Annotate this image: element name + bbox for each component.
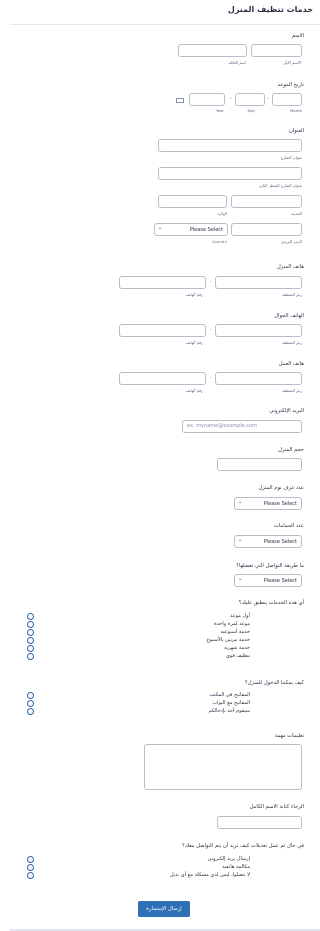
- change-contact-radio[interactable]: [27, 864, 34, 871]
- home-size-input[interactable]: [217, 458, 302, 471]
- access-radio[interactable]: [27, 692, 34, 699]
- phone-separator: -: [210, 327, 212, 333]
- country-select[interactable]: Please Select ⌄: [154, 223, 228, 236]
- name-label: الاسم: [291, 33, 304, 39]
- contact-method-select[interactable]: Please Select ⌄: [234, 574, 302, 587]
- service-radio[interactable]: [27, 653, 34, 660]
- phone-separator: -: [210, 375, 212, 381]
- last-name-sublabel: اسم العائلة: [228, 60, 246, 65]
- access-radio[interactable]: [27, 700, 34, 707]
- services-label: أي هذه الخدمات ينطبق عليك؟: [238, 600, 304, 606]
- home-area-sublabel: رمز المنطقة: [282, 292, 302, 297]
- mobile-phone-number-input[interactable]: [119, 324, 206, 337]
- instructions-textarea[interactable]: [144, 744, 302, 790]
- service-option-label: خدمة شهرية: [224, 645, 250, 651]
- country-sublabel: Country: [211, 239, 227, 244]
- year-input[interactable]: [189, 93, 225, 106]
- contact-method-value: Please Select: [263, 578, 297, 584]
- instructions-label: تعليمات مهمة: [274, 733, 304, 739]
- change-contact-option-label: إرسال بريد إلكتروني: [207, 856, 250, 862]
- service-radio[interactable]: [27, 637, 34, 644]
- street-address-input[interactable]: [158, 139, 302, 152]
- address-label: العنوان: [288, 128, 304, 134]
- calendar-icon[interactable]: [176, 98, 184, 103]
- street-address-sublabel: عنوان الشارع: [280, 155, 302, 160]
- month-sublabel: Month: [290, 108, 302, 113]
- country-select-value: Please Select: [189, 227, 223, 233]
- bath-count-label: عدد الحمامات: [274, 523, 304, 529]
- chevron-down-icon: ⌄: [238, 576, 243, 582]
- first-name-sublabel: الاسم الأول: [283, 60, 301, 65]
- service-option-label: تنظيف قوي: [225, 653, 250, 659]
- street-address-line2-input[interactable]: [158, 167, 302, 180]
- date-separator: -: [230, 96, 232, 102]
- contact-method-label: ما طريقة التواصل التي تفضلها؟: [236, 563, 304, 569]
- work-phone-label: هاتف العمل: [278, 361, 304, 367]
- city-sublabel: المدينة: [291, 211, 302, 216]
- chevron-down-icon: ⌄: [158, 225, 163, 231]
- email-label: البريد الإلكتروني: [269, 408, 304, 414]
- room-count-select[interactable]: Please Select ⌄: [234, 497, 302, 510]
- work-phone-number-input[interactable]: [119, 372, 206, 385]
- street-address-line2-sublabel: عنوان الشارع السطر الثاني: [258, 183, 302, 188]
- change-contact-option-label: مكالمة هاتفية: [222, 864, 250, 870]
- appointment-label: تاريخ الموعد: [277, 82, 305, 88]
- chevron-down-icon: ⌄: [238, 499, 243, 505]
- chevron-down-icon: ⌄: [238, 537, 243, 543]
- last-name-input[interactable]: [178, 44, 247, 57]
- access-option-label: المفاتيح مع البواب: [212, 700, 250, 706]
- access-option-label: المفاتيح في المكتب: [209, 692, 250, 698]
- service-radio[interactable]: [27, 645, 34, 652]
- access-radio[interactable]: [27, 708, 34, 715]
- full-name-label: الرجاء كتابة الاسم الكامل: [249, 804, 304, 810]
- service-option-label: خدمة مرتين بالأسبوع: [206, 637, 250, 643]
- bath-count-select[interactable]: Please Select ⌄: [234, 535, 302, 548]
- service-option-label: أول موعد: [230, 613, 250, 619]
- home-area-code-input[interactable]: [215, 276, 302, 289]
- work-area-code-input[interactable]: [215, 372, 302, 385]
- service-radio[interactable]: [27, 621, 34, 628]
- room-count-label: عدد غرف نوم المنزل: [258, 485, 304, 491]
- state-sublabel: الولاية: [217, 211, 227, 216]
- service-option-label: موعد لمرة واحدة: [214, 621, 250, 627]
- phone-separator: -: [210, 279, 212, 285]
- change-contact-option-label: لا تتصلوا، ليس لدي مشكلة مع أي بديل: [170, 872, 250, 878]
- service-option-label: خدمة أسبوعية: [220, 629, 250, 635]
- service-radio[interactable]: [27, 613, 34, 620]
- full-name-input[interactable]: [217, 816, 302, 829]
- service-radio[interactable]: [27, 629, 34, 636]
- form-header: خدمات تنظيف المنزل: [10, 0, 320, 25]
- form-page: خدمات تنظيف المنزل الاسم الاسم الأول اسم…: [10, 0, 320, 931]
- access-label: كيف يمكننا الدخول للمنزل؟: [244, 680, 304, 686]
- submit-button[interactable]: إرسال الإستمارة: [138, 901, 190, 917]
- home-size-label: حجم المنزل: [278, 447, 304, 453]
- mobile-number-sublabel: رقم الهاتف: [185, 340, 204, 345]
- first-name-input[interactable]: [251, 44, 302, 57]
- state-input[interactable]: [158, 195, 227, 208]
- month-input[interactable]: [272, 93, 302, 106]
- day-sublabel: Day: [247, 108, 256, 113]
- city-input[interactable]: [231, 195, 302, 208]
- mobile-area-code-input[interactable]: [215, 324, 302, 337]
- work-number-sublabel: رقم الهاتف: [185, 388, 204, 393]
- email-input[interactable]: ex: myname@example.com: [182, 420, 302, 433]
- day-input[interactable]: [235, 93, 265, 106]
- zip-sublabel: الرمز البريدي: [280, 239, 302, 244]
- work-area-sublabel: رمز المنطقة: [282, 388, 302, 393]
- mobile-phone-label: الهاتف الجوال: [274, 313, 304, 319]
- room-count-value: Please Select: [263, 501, 297, 507]
- home-phone-label: هاتف المنزل: [277, 264, 304, 270]
- home-phone-number-input[interactable]: [119, 276, 206, 289]
- access-option-label: سيقوم أحد بإدخالكم: [208, 708, 250, 714]
- bath-count-value: Please Select: [263, 539, 297, 545]
- year-sublabel: Year: [215, 108, 224, 113]
- mobile-area-sublabel: رمز المنطقة: [282, 340, 302, 345]
- date-separator: -: [267, 96, 269, 102]
- change-contact-radio[interactable]: [27, 872, 34, 879]
- form-title: خدمات تنظيف المنزل: [227, 5, 313, 14]
- change-contact-radio[interactable]: [27, 856, 34, 863]
- zip-input[interactable]: [231, 223, 302, 236]
- home-number-sublabel: رقم الهاتف: [185, 292, 204, 297]
- change-contact-label: في حال تم عمل تعديلات كيف تريد أن يتم ال…: [182, 843, 304, 849]
